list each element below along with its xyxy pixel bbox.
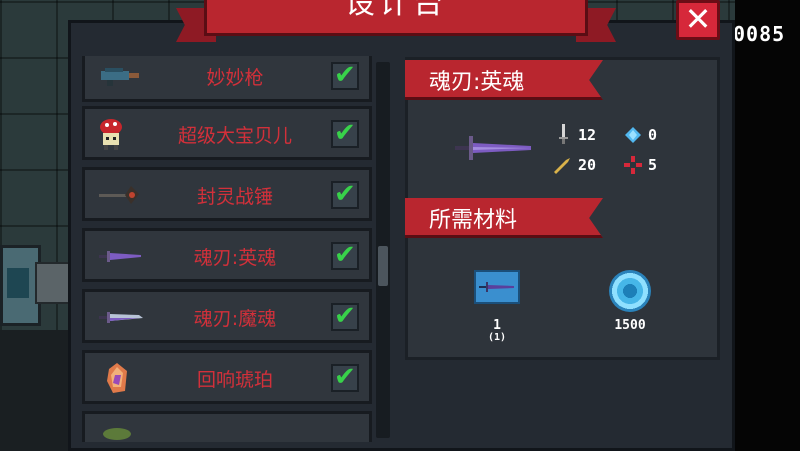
item-label: 魂刃:魔魂 bbox=[193, 308, 277, 330]
check-icon: ✔ bbox=[334, 118, 356, 148]
materials-title: 所需材料 bbox=[429, 208, 518, 233]
hammer-icon bbox=[99, 186, 139, 204]
list-item[interactable]: 回响琥珀 ✔ bbox=[82, 350, 372, 404]
purple-sword-icon bbox=[455, 136, 531, 160]
check-icon: ✔ bbox=[334, 179, 356, 209]
list-item-partial[interactable] bbox=[82, 411, 372, 442]
plant-icon bbox=[103, 428, 131, 440]
check-icon: ✔ bbox=[334, 60, 356, 90]
list-item[interactable]: 妙妙枪 ✔ bbox=[82, 56, 372, 102]
page-title: 设计台 bbox=[345, 0, 447, 21]
crit-value: 20 bbox=[578, 156, 597, 174]
accuracy-value: 5 bbox=[648, 156, 658, 174]
list-item[interactable]: 封灵战锤 ✔ bbox=[82, 167, 372, 221]
purple-blade-icon bbox=[99, 312, 143, 323]
checkbox[interactable]: ✔ bbox=[331, 179, 359, 209]
item-list[interactable]: 妙妙枪 ✔ 超级大宝贝儿 ✔ 封灵战锤 ✔ 魂刃:英魂 ✔ 魂刃:魔魂 ✔ 回响… bbox=[82, 56, 374, 442]
check-icon: ✔ bbox=[334, 362, 356, 392]
item-label: 超级大宝贝儿 bbox=[177, 125, 292, 147]
list-item[interactable]: 魂刃:英魂 ✔ bbox=[82, 228, 372, 282]
check-icon: ✔ bbox=[334, 301, 356, 331]
checkbox[interactable]: ✔ bbox=[331, 118, 359, 148]
sword-damage-icon bbox=[559, 124, 568, 144]
title-banner: 设计台 bbox=[176, 0, 616, 44]
materials-ribbon: 所需材料 bbox=[405, 198, 603, 238]
floor-area bbox=[0, 330, 70, 451]
crit-icon bbox=[554, 158, 570, 174]
amber-gem-icon bbox=[107, 363, 127, 393]
dark-edge bbox=[735, 0, 800, 451]
checkbox[interactable]: ✔ bbox=[331, 60, 359, 90]
item-label: 魂刃:英魂 bbox=[193, 247, 277, 269]
energy-diamond-icon bbox=[625, 127, 641, 143]
banner-body: 设计台 bbox=[204, 0, 588, 36]
list-item[interactable]: 魂刃:魔魂 ✔ bbox=[82, 289, 372, 343]
scrollbar-thumb[interactable] bbox=[378, 246, 388, 286]
item-label: 妙妙枪 bbox=[206, 67, 264, 89]
gun-icon bbox=[101, 68, 139, 86]
check-icon: ✔ bbox=[334, 240, 356, 270]
gem-cost: 1500 bbox=[614, 318, 646, 333]
item-name: 魂刃:英魂 bbox=[429, 70, 525, 95]
blueprint-icon bbox=[474, 270, 520, 304]
mushroom-bomb-icon bbox=[100, 119, 122, 150]
item-label: 回响琥珀 bbox=[196, 369, 273, 391]
close-icon: ✕ bbox=[684, 0, 712, 38]
item-name-ribbon: 魂刃:英魂 bbox=[405, 60, 603, 100]
checkbox[interactable]: ✔ bbox=[331, 301, 359, 331]
blueprint-sword-icon bbox=[479, 282, 514, 292]
gem-currency-icon bbox=[609, 270, 651, 312]
console-screen bbox=[7, 268, 29, 298]
blueprint-count: 1 bbox=[493, 318, 501, 333]
score-counter: 0085 bbox=[733, 22, 786, 46]
checkbox[interactable]: ✔ bbox=[331, 240, 359, 270]
crosshair-icon bbox=[624, 156, 642, 174]
item-label: 封灵战锤 bbox=[196, 186, 273, 208]
energy-value: 0 bbox=[648, 126, 658, 144]
damage-value: 12 bbox=[578, 126, 597, 144]
checkbox[interactable]: ✔ bbox=[331, 362, 359, 392]
close-button[interactable]: ✕ bbox=[676, 0, 720, 40]
purple-sword-icon bbox=[99, 251, 141, 262]
blueprint-owned: (1) bbox=[487, 332, 507, 343]
list-item[interactable]: 超级大宝贝儿 ✔ bbox=[82, 106, 372, 160]
